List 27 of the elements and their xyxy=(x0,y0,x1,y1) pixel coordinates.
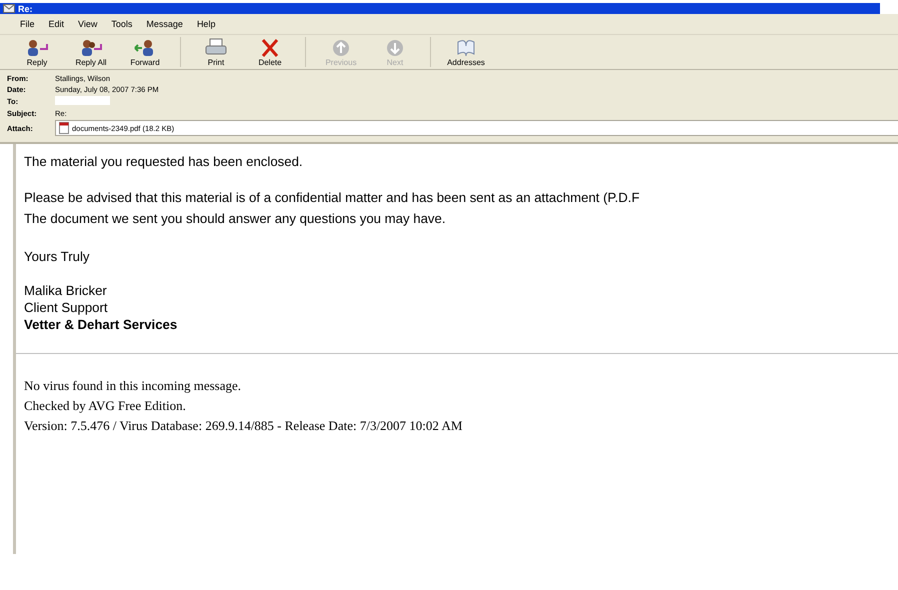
signature-line: Vetter & Dehart Services xyxy=(24,316,178,333)
toolbar-button[interactable]: Delete xyxy=(245,38,295,67)
recipient-field xyxy=(55,96,110,105)
body-paragraph: The material you requested has been enclosed. xyxy=(24,154,304,169)
toolbar-button[interactable]: Reply All xyxy=(66,38,116,67)
menu-item[interactable]: Help xyxy=(196,19,216,29)
virus-scan-note: No virus found in this incoming message. xyxy=(24,377,242,395)
menu-item[interactable]: View xyxy=(78,19,98,29)
body-paragraph: The document we sent you should answer any questions you may have. xyxy=(24,210,447,228)
closing-text: Yours Truly xyxy=(24,249,90,264)
toolbar-button[interactable]: Forward xyxy=(120,38,170,67)
signature-line: Client Support xyxy=(24,299,109,316)
menu-item[interactable]: Message xyxy=(146,19,183,29)
menu-item[interactable]: File xyxy=(20,19,35,29)
virus-scan-note: Checked by AVG Free Edition. xyxy=(24,397,187,415)
window-title: Re: xyxy=(18,4,33,14)
body-paragraph: Please be advised that this material is of a confidential matter and has been sent as an attachment (P.D.F xyxy=(24,189,641,207)
menu-item[interactable]: Edit xyxy=(48,19,64,29)
virus-scan-note: Version: 7.5.476 / Virus Database: 269.9.14/885 - Release Date: 7/3/2007 10:02 AM xyxy=(24,417,464,435)
menu-item[interactable]: Tools xyxy=(111,19,132,29)
envelope-icon xyxy=(3,4,15,13)
toolbar-button[interactable]: Addresses xyxy=(441,38,491,67)
toolbar-button[interactable]: Print xyxy=(191,38,241,67)
person-arrow-icon xyxy=(25,38,49,58)
signature-line: Malika Bricker xyxy=(24,282,108,299)
toolbar-button[interactable]: Reply xyxy=(12,38,62,67)
person-arrow-icon xyxy=(79,38,103,58)
